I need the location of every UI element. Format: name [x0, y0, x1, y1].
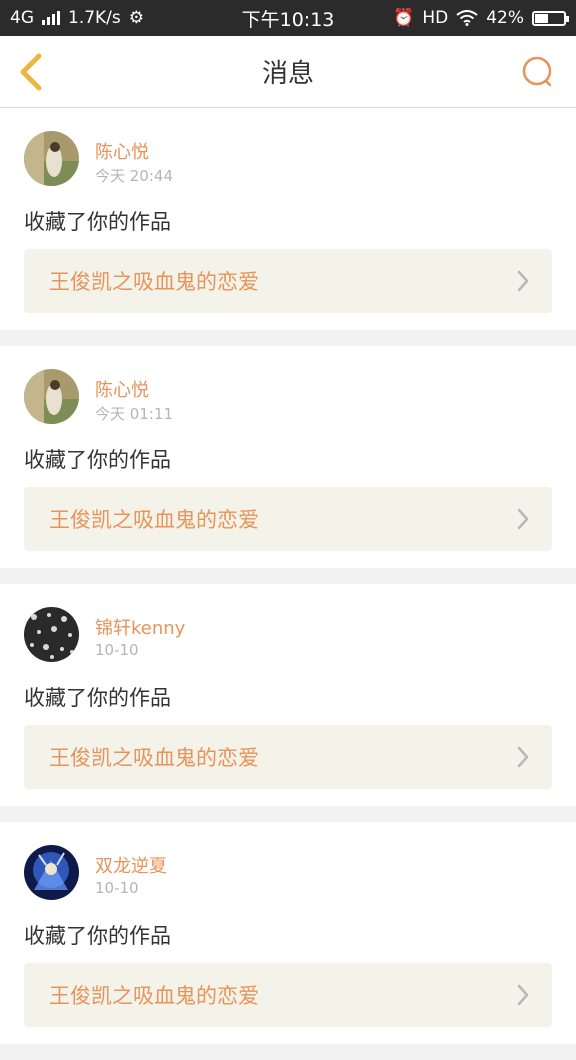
status-bar: 4G 1.7K/s ⚙ 下午10:13 ⏰ HD 42%: [0, 0, 576, 36]
action-text: 收藏了你的作品: [24, 686, 171, 710]
nav-bar: 消息: [0, 36, 576, 108]
message-list: 陈心悦 今天 20:44 收藏了你的作品 王俊凯之吸血鬼的恋爱 陈心悦 今天 0…: [0, 108, 576, 1060]
hd-label: HD: [422, 8, 449, 28]
avatar[interactable]: [24, 845, 79, 900]
work-link[interactable]: 王俊凯之吸血鬼的恋爱: [24, 963, 552, 1027]
signal-icon: [42, 11, 60, 25]
user-name[interactable]: 锦轩kenny: [95, 614, 185, 640]
network-type: 4G: [10, 8, 34, 28]
avatar[interactable]: [24, 369, 79, 424]
message-time: 10-10: [95, 641, 139, 659]
work-title: 王俊凯之吸血鬼的恋爱: [49, 270, 259, 294]
work-link[interactable]: 王俊凯之吸血鬼的恋爱: [24, 725, 552, 789]
action-text: 收藏了你的作品: [24, 448, 171, 472]
chevron-right-icon: [517, 270, 529, 292]
message-time: 10-10: [95, 879, 139, 897]
user-name[interactable]: 陈心悦: [95, 376, 149, 402]
search-button[interactable]: [520, 54, 556, 90]
battery-percent: 42%: [486, 8, 524, 28]
network-speed: 1.7K/s: [68, 8, 121, 28]
wifi-icon: [456, 10, 478, 26]
action-text: 收藏了你的作品: [24, 924, 171, 948]
message-time: 今天 01:11: [95, 405, 173, 423]
chevron-right-icon: [517, 508, 529, 530]
chevron-right-icon: [517, 746, 529, 768]
chevron-left-icon: [20, 53, 42, 91]
search-icon: [522, 56, 552, 87]
chevron-right-icon: [517, 984, 529, 1006]
avatar[interactable]: [24, 607, 79, 662]
message-card: 陈心悦 今天 01:11 收藏了你的作品 王俊凯之吸血鬼的恋爱: [0, 346, 576, 568]
work-title: 王俊凯之吸血鬼的恋爱: [49, 508, 259, 532]
user-name[interactable]: 陈心悦: [95, 138, 149, 164]
user-name[interactable]: 双龙逆夏: [95, 852, 167, 878]
battery-icon: [532, 10, 569, 26]
work-link[interactable]: 王俊凯之吸血鬼的恋爱: [24, 487, 552, 551]
message-card: 双龙逆夏 10-10 收藏了你的作品 王俊凯之吸血鬼的恋爱: [0, 822, 576, 1044]
back-button[interactable]: [14, 52, 48, 92]
settings-gear-icon: ⚙: [128, 8, 145, 28]
alarm-icon: ⏰: [393, 8, 415, 28]
page-title: 消息: [261, 59, 314, 89]
work-link[interactable]: 王俊凯之吸血鬼的恋爱: [24, 249, 552, 313]
message-time: 今天 20:44: [95, 167, 173, 185]
avatar[interactable]: [24, 131, 79, 186]
message-card: 陈心悦 今天 20:44 收藏了你的作品 王俊凯之吸血鬼的恋爱: [0, 108, 576, 330]
action-text: 收藏了你的作品: [24, 210, 171, 234]
message-card: 锦轩kenny 10-10 收藏了你的作品 王俊凯之吸血鬼的恋爱: [0, 584, 576, 806]
work-title: 王俊凯之吸血鬼的恋爱: [49, 746, 259, 770]
work-title: 王俊凯之吸血鬼的恋爱: [49, 984, 259, 1008]
